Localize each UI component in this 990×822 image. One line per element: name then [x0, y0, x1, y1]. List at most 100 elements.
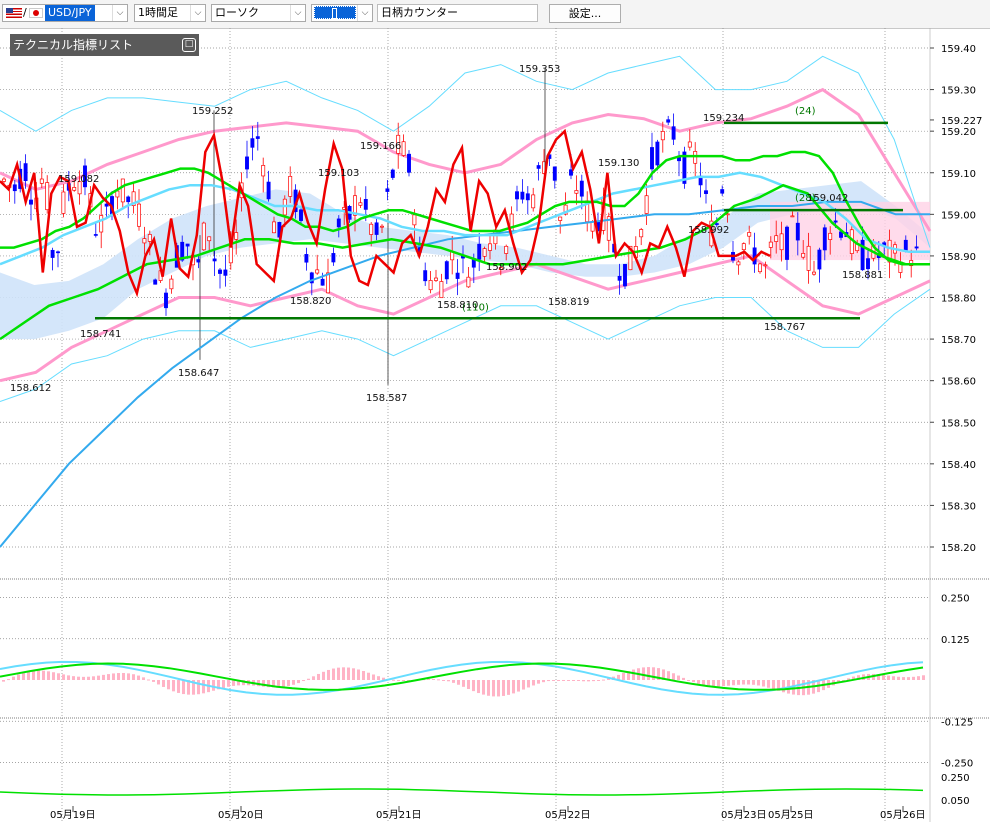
osc-tick-label: 0.050: [941, 796, 970, 807]
date-label: 05月23日: [721, 809, 766, 821]
timeframe-label: 1時間足: [138, 6, 178, 19]
price-label: 159.252: [192, 106, 233, 117]
histogram-bar: [677, 675, 680, 680]
histogram-bar: [492, 680, 495, 697]
histogram-bar: [287, 680, 290, 687]
candle-body: [137, 203, 141, 227]
histogram-bar: [747, 680, 750, 685]
histogram-bar: [137, 675, 140, 680]
histogram-bar: [602, 679, 605, 681]
histogram-bar: [767, 680, 770, 688]
histogram-bar: [167, 680, 170, 690]
histogram-bar: [212, 680, 215, 691]
histogram-bar: [487, 680, 490, 696]
candle-body: [120, 178, 125, 203]
histogram-bar: [22, 672, 25, 680]
candle-body: [455, 272, 460, 279]
histogram-bar: [302, 680, 305, 682]
histogram-bar: [327, 669, 330, 680]
date-label: 05月26日: [880, 809, 925, 821]
candle-body: [536, 165, 541, 169]
histogram-bar: [227, 680, 230, 687]
chevron-down-icon[interactable]: ⌵: [290, 5, 305, 21]
price-axis: 159.40 159.30 159.227159.20 159.10 159.00 158…: [930, 44, 982, 554]
price-label: 158.612: [10, 383, 51, 394]
counter-label: 日柄カウンター: [381, 6, 458, 19]
candle-body: [266, 181, 271, 200]
candle-body: [29, 199, 33, 205]
histogram-bar: [682, 677, 685, 680]
settings-button[interactable]: 設定...: [549, 4, 621, 23]
candle-body: [374, 222, 379, 235]
candle-body: [326, 272, 330, 294]
price-label: 158.881: [842, 270, 883, 281]
symbol-select[interactable]: / USD/JPY ⌵: [2, 4, 128, 22]
histogram-bar: [297, 680, 300, 684]
price-label: 159.130: [598, 158, 639, 169]
candle-body: [104, 203, 109, 207]
histogram-bar: [17, 674, 20, 680]
histogram-bar: [572, 680, 575, 681]
indicator-list-panel[interactable]: テクニカル指標リスト □: [10, 34, 199, 56]
price-tick-label: 158.70: [941, 335, 976, 346]
candle-body: [525, 193, 530, 201]
price-label: 159.082: [58, 174, 99, 185]
candle-body: [255, 136, 260, 139]
histogram-bar: [512, 680, 515, 694]
candle-body: [363, 199, 368, 210]
price-label: 158.992: [688, 225, 729, 236]
histogram-bar: [522, 680, 525, 690]
histogram-bar: [402, 680, 405, 681]
candle-body: [234, 232, 239, 240]
histogram-bar: [717, 680, 720, 687]
counter-field[interactable]: 日柄カウンター: [377, 4, 538, 22]
drawing-tool-icon: [314, 6, 356, 19]
candle-body: [741, 243, 746, 251]
price-tick-label: 158.20: [941, 543, 976, 554]
chevron-down-icon[interactable]: ⌵: [357, 5, 372, 21]
candle-body: [617, 275, 622, 281]
candle-body: [666, 119, 671, 123]
macd-tick-label: 0.125: [941, 635, 970, 646]
histogram-bar: [892, 676, 895, 680]
histogram-bar: [587, 680, 590, 682]
histogram-bar: [542, 680, 545, 683]
histogram-bar: [72, 676, 75, 680]
toolbar: / USD/JPY ⌵ 1時間足 ⌵ ローソク ⌵ ⌵ 日柄カウンター 設定..…: [0, 0, 990, 29]
count-label: (24): [795, 106, 816, 117]
candle-body: [828, 232, 833, 240]
candle-body: [93, 234, 98, 236]
price-label: 158.819: [548, 297, 589, 308]
candle-body: [72, 187, 77, 191]
chevron-down-icon[interactable]: ⌵: [190, 5, 205, 21]
histogram-bar: [312, 676, 315, 680]
candle-body: [185, 243, 190, 247]
histogram-bar: [162, 680, 165, 687]
candle-body: [650, 147, 654, 170]
price-chart[interactable]: (24)(28)(110) 0.2500.125-0.125-0.250 0.2…: [0, 28, 990, 822]
candle-body: [153, 279, 158, 285]
indicator-list-title: テクニカル指標リスト: [13, 38, 134, 52]
candle-body: [12, 184, 17, 192]
histogram-bar: [912, 676, 915, 680]
chart-style-select[interactable]: ローソク ⌵: [211, 4, 306, 22]
candle-body: [520, 191, 525, 200]
drawing-tool-select[interactable]: ⌵: [311, 4, 373, 22]
histogram-bar: [577, 680, 580, 681]
histogram-bar: [477, 680, 480, 694]
candle-body: [218, 269, 222, 274]
candle-body: [590, 221, 595, 232]
price-label: 158.820: [290, 296, 331, 307]
candle-body: [747, 232, 752, 237]
restore-icon[interactable]: □: [182, 38, 196, 52]
candle-body: [196, 259, 201, 263]
histogram-bar: [782, 680, 785, 693]
chart-style-label: ローソク: [215, 6, 259, 19]
histogram-bar: [517, 680, 520, 692]
histogram-bar: [502, 680, 505, 696]
histogram-bar: [47, 671, 50, 680]
timeframe-select[interactable]: 1時間足 ⌵: [134, 4, 206, 22]
chevron-down-icon[interactable]: ⌵: [112, 5, 127, 21]
candle-body: [434, 277, 438, 281]
candle-body: [299, 209, 303, 221]
